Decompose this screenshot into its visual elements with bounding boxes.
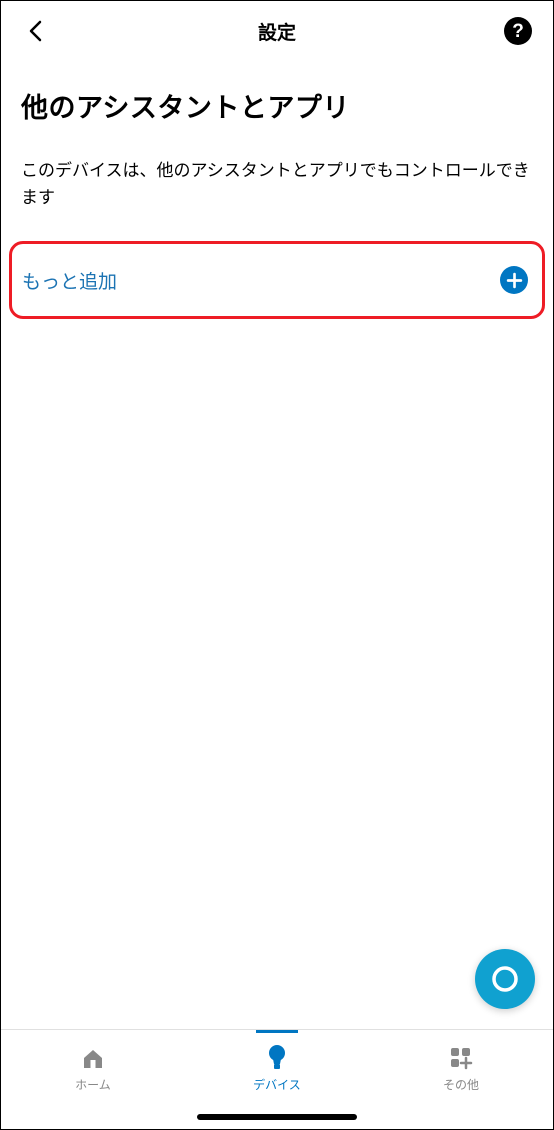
help-button[interactable]: ? xyxy=(503,16,533,46)
header-title: 設定 xyxy=(258,18,296,45)
home-indicator[interactable] xyxy=(197,1114,357,1120)
add-more-row[interactable]: もっと追加 xyxy=(9,241,545,319)
grid-plus-icon xyxy=(447,1044,475,1072)
page-title: 他のアシスタントとアプリ xyxy=(21,86,533,125)
page-description: このデバイスは、他のアシスタントとアプリでもコントロールできます xyxy=(21,157,533,211)
tab-home[interactable]: ホーム xyxy=(1,1030,185,1129)
header: 設定 ? xyxy=(1,1,553,61)
chevron-left-icon xyxy=(28,19,44,43)
bulb-icon xyxy=(263,1044,291,1072)
back-button[interactable] xyxy=(21,16,51,46)
alexa-icon xyxy=(490,964,520,994)
add-more-label: もっと追加 xyxy=(22,267,117,294)
plus-icon xyxy=(500,266,528,294)
help-icon: ? xyxy=(504,17,532,45)
tab-home-label: ホーム xyxy=(75,1076,111,1093)
tab-more-label: その他 xyxy=(443,1076,479,1093)
svg-text:?: ? xyxy=(512,21,524,42)
alexa-fab[interactable] xyxy=(475,949,535,1009)
tab-devices-label: デバイス xyxy=(253,1076,301,1093)
tab-more[interactable]: その他 xyxy=(369,1030,553,1129)
content: 他のアシスタントとアプリ このデバイスは、他のアシスタントとアプリでもコントロー… xyxy=(1,61,553,319)
home-icon xyxy=(79,1044,107,1072)
